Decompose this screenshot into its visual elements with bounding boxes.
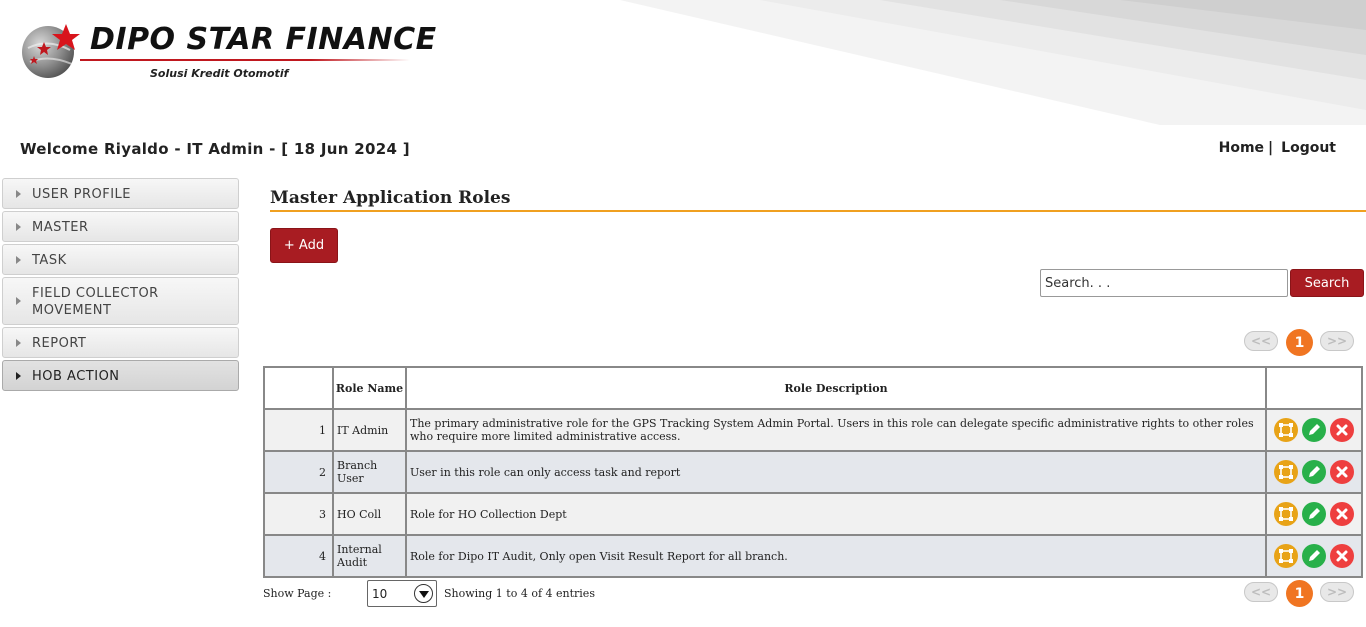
sidebar-item-label: HOB ACTION: [32, 369, 120, 384]
caret-right-icon: [16, 371, 21, 380]
row-actions: [1265, 408, 1363, 452]
access-rights-icon[interactable]: [1274, 544, 1298, 568]
row-number: 1: [263, 408, 334, 452]
entries-info: Showing 1 to 4 of 4 entries: [444, 587, 595, 600]
role-name: IT Admin: [332, 408, 407, 452]
edit-pencil-icon[interactable]: [1302, 544, 1326, 568]
header: DIPO STAR FINANCE Solusi Kredit Otomotif: [0, 0, 1366, 125]
brand-tagline: Solusi Kredit Otomotif: [150, 67, 289, 80]
sidebar-menu: USER PROFILE MASTER TASK FIELD COLLECTOR…: [2, 178, 239, 393]
next-page-button[interactable]: >>: [1320, 331, 1354, 351]
home-link[interactable]: Home: [1219, 140, 1264, 156]
edit-pencil-icon[interactable]: [1302, 460, 1326, 484]
sidebar-item-label: REPORT: [32, 336, 87, 351]
role-description: Role for HO Collection Dept: [405, 492, 1267, 536]
table-row: 4 Internal Audit Role for Dipo IT Audit,…: [263, 534, 1363, 578]
sidebar-item-field-collector-movement[interactable]: FIELD COLLECTOR MOVEMENT: [2, 277, 239, 325]
search-button[interactable]: Search: [1290, 269, 1364, 297]
table-row: 1 IT Admin The primary administrative ro…: [263, 408, 1363, 452]
pagination-bottom: << 1 >>: [1244, 580, 1358, 607]
role-name: Branch User: [332, 450, 407, 494]
page-size-select[interactable]: 10: [367, 580, 437, 607]
delete-x-icon[interactable]: [1330, 544, 1354, 568]
delete-x-icon[interactable]: [1330, 418, 1354, 442]
link-separator: |: [1268, 140, 1274, 156]
sidebar-item-user-profile[interactable]: USER PROFILE: [2, 178, 239, 209]
add-button[interactable]: + Add: [270, 228, 338, 263]
table-header-row: Role Name Role Description: [263, 366, 1363, 410]
page-1-button[interactable]: 1: [1286, 329, 1313, 356]
roles-table: Role Name Role Description 1 IT Admin Th…: [263, 366, 1363, 578]
prev-page-button[interactable]: <<: [1244, 582, 1278, 602]
column-header-number: [263, 366, 334, 410]
role-description: The primary administrative role for the …: [405, 408, 1267, 452]
role-description: Role for Dipo IT Audit, Only open Visit …: [405, 534, 1267, 578]
prev-page-button[interactable]: <<: [1244, 331, 1278, 351]
sidebar-item-label: USER PROFILE: [32, 187, 132, 202]
brand-name: DIPO STAR FINANCE: [90, 22, 437, 57]
title-divider: [270, 210, 1366, 212]
access-rights-icon[interactable]: [1274, 418, 1298, 442]
access-rights-icon[interactable]: [1274, 460, 1298, 484]
row-actions: [1265, 492, 1363, 536]
top-links: Home | Logout: [1219, 140, 1336, 156]
show-page-label: Show Page :: [263, 587, 332, 600]
sidebar-item-master[interactable]: MASTER: [2, 211, 239, 242]
table-row: 3 HO Coll Role for HO Collection Dept: [263, 492, 1363, 536]
caret-right-icon: [16, 338, 21, 347]
column-header-actions: [1265, 366, 1363, 410]
brand-underline: [80, 59, 410, 61]
pagination-top: << 1 >>: [1244, 329, 1358, 356]
caret-right-icon: [16, 189, 21, 198]
column-header-role-description: Role Description: [405, 366, 1267, 410]
delete-x-icon[interactable]: [1330, 502, 1354, 526]
company-logo: DIPO STAR FINANCE Solusi Kredit Otomotif: [20, 20, 436, 85]
row-number: 2: [263, 450, 334, 494]
sidebar-item-label: TASK: [32, 253, 67, 268]
role-name: HO Coll: [332, 492, 407, 536]
access-rights-icon[interactable]: [1274, 502, 1298, 526]
page-1-button[interactable]: 1: [1286, 580, 1313, 607]
sidebar-item-task[interactable]: TASK: [2, 244, 239, 275]
row-actions: [1265, 450, 1363, 494]
row-actions: [1265, 534, 1363, 578]
logout-link[interactable]: Logout: [1281, 140, 1336, 156]
caret-right-icon: [16, 222, 21, 231]
caret-right-icon: [16, 297, 21, 305]
search-input[interactable]: [1040, 269, 1288, 297]
role-name: Internal Audit: [332, 534, 407, 578]
sidebar-item-hob-action[interactable]: HOB ACTION: [2, 360, 239, 391]
edit-pencil-icon[interactable]: [1302, 418, 1326, 442]
globe-star-icon: [22, 24, 80, 78]
welcome-text: Welcome Riyaldo - IT Admin - [ 18 Jun 20…: [20, 140, 410, 158]
page-size-value: 10: [372, 586, 388, 601]
caret-right-icon: [16, 255, 21, 264]
table-row: 2 Branch User User in this role can only…: [263, 450, 1363, 494]
role-description: User in this role can only access task a…: [405, 450, 1267, 494]
row-number: 4: [263, 534, 334, 578]
page-title: Master Application Roles: [270, 188, 511, 208]
dropdown-arrow-icon: [414, 584, 433, 603]
delete-x-icon[interactable]: [1330, 460, 1354, 484]
sidebar-item-report[interactable]: REPORT: [2, 327, 239, 358]
column-header-role-name: Role Name: [332, 366, 407, 410]
next-page-button[interactable]: >>: [1320, 582, 1354, 602]
row-number: 3: [263, 492, 334, 536]
sidebar-item-label: FIELD COLLECTOR MOVEMENT: [32, 286, 159, 318]
edit-pencil-icon[interactable]: [1302, 502, 1326, 526]
sidebar-item-label: MASTER: [32, 220, 89, 235]
